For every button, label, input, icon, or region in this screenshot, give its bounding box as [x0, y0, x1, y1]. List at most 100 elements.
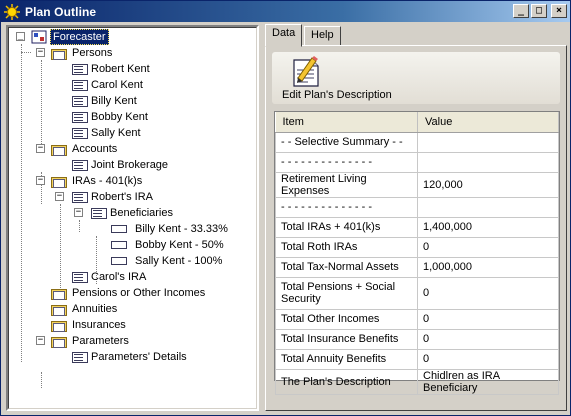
collapse-toggle-persons[interactable]: −	[36, 48, 45, 57]
tree-node-beneficiary[interactable]: Billy Kent - 33.33%	[109, 221, 230, 237]
table-row[interactable]: The Plan's Description Chidlren as IRA Be…	[275, 368, 559, 395]
tree-node-pensions[interactable]: Pensions or Other Incomes	[51, 285, 207, 301]
maximize-button[interactable]: □	[531, 4, 547, 18]
value-cell[interactable]: 120,000	[417, 171, 559, 198]
data-tab-page: Edit Plan's Description Item Value - - S…	[265, 45, 567, 411]
item-cell[interactable]: Total Roth IRAs	[275, 236, 418, 258]
beneficiary-icon	[111, 225, 127, 233]
tree-node-accounts[interactable]: Accounts	[51, 141, 119, 157]
tree-node-person[interactable]: Bobby Kent	[71, 109, 150, 125]
tree-node-beneficiary[interactable]: Sally Kent - 100%	[109, 253, 224, 269]
tree-label: Annuities	[72, 303, 118, 315]
tree-label: Pensions or Other Incomes	[72, 287, 206, 299]
tree-label: Billy Kent - 33.33%	[135, 223, 228, 235]
tree-node-carols-ira[interactable]: Carol's IRA	[71, 269, 148, 285]
table-row[interactable]: Total Roth IRAs 0	[275, 236, 559, 258]
tree-node-person[interactable]: Sally Kent	[71, 125, 143, 141]
tree-node-roberts-ira[interactable]: Robert's IRA	[71, 189, 155, 205]
value-cell[interactable]: 0	[417, 236, 559, 258]
table-row[interactable]: Total IRAs + 401(k)s 1,400,000	[275, 216, 559, 238]
tree-node-beneficiary[interactable]: Bobby Kent - 50%	[109, 237, 226, 253]
plan-tree-view[interactable]: _ Forecaster − Persons Robert Kent Carol…	[6, 25, 259, 411]
item-cell[interactable]: Total Other Incomes	[275, 308, 418, 330]
folder-icon	[51, 321, 67, 332]
collapse-toggle-forecaster[interactable]: _	[16, 32, 25, 41]
tree-node-annuities[interactable]: Annuities	[51, 301, 119, 317]
close-button[interactable]: ×	[551, 4, 567, 18]
item-cell[interactable]: - - - - - - - - - - - - - -	[275, 151, 418, 173]
tab-help[interactable]: Help	[304, 26, 341, 46]
collapse-toggle-parameters[interactable]: −	[36, 336, 45, 345]
item-cell[interactable]: Total Insurance Benefits	[275, 328, 418, 350]
tree-node-iras[interactable]: IRAs - 401(k)s	[51, 173, 144, 189]
collapse-toggle-accounts[interactable]: −	[36, 144, 45, 153]
tree-node-person[interactable]: Robert Kent	[71, 61, 152, 77]
value-cell[interactable]: 0	[417, 348, 559, 370]
table-row[interactable]: Total Tax-Normal Assets 1,000,000	[275, 256, 559, 278]
beneficiary-icon	[111, 257, 127, 265]
tree-label-iras: IRAs - 401(k)s	[72, 175, 143, 187]
tree-label: Robert's IRA	[91, 191, 154, 203]
tree-label: Insurances	[72, 319, 126, 331]
minimize-button[interactable]: _	[513, 4, 529, 18]
tree-node-person[interactable]: Billy Kent	[71, 93, 139, 109]
collapse-toggle-beneficiaries[interactable]: −	[74, 208, 83, 217]
folder-icon	[51, 289, 67, 300]
value-cell[interactable]: 0	[417, 276, 559, 310]
table-row[interactable]: Retirement Living Expenses 120,000	[275, 171, 559, 198]
list-icon	[72, 63, 88, 75]
item-cell[interactable]: Total Annuity Benefits	[275, 348, 418, 370]
tree-node-forecaster[interactable]: Forecaster	[31, 29, 109, 45]
tree-node-person[interactable]: Carol Kent	[71, 77, 145, 93]
table-row[interactable]: Total Annuity Benefits 0	[275, 348, 559, 370]
value-cell[interactable]: 1,400,000	[417, 216, 559, 238]
item-cell[interactable]: The Plan's Description	[275, 368, 418, 395]
title-bar[interactable]: Plan Outline _ □ ×	[1, 1, 570, 22]
tree-label-accounts: Accounts	[72, 143, 118, 155]
tree-node-joint-brokerage[interactable]: Joint Brokerage	[71, 157, 170, 173]
table-row[interactable]: - - - - - - - - - - - - - -	[275, 196, 559, 218]
tree-node-persons[interactable]: Persons	[51, 45, 114, 61]
value-cell[interactable]	[417, 151, 559, 173]
tree-node-insurances[interactable]: Insurances	[51, 317, 128, 333]
tree-node-parameters[interactable]: Parameters	[51, 333, 131, 349]
edit-description-button[interactable]: Edit Plan's Description	[278, 52, 398, 104]
table-row[interactable]: - - Selective Summary - -	[275, 131, 559, 153]
item-cell[interactable]: Retirement Living Expenses	[275, 171, 418, 198]
value-cell[interactable]: 1,000,000	[417, 256, 559, 278]
table-row[interactable]: Total Pensions + Social Security 0	[275, 276, 559, 310]
item-cell[interactable]: Total Tax-Normal Assets	[275, 256, 418, 278]
tree-label: Bobby Kent	[91, 111, 148, 123]
tree-node-parameters-details[interactable]: Parameters' Details	[71, 349, 189, 365]
value-cell[interactable]	[417, 131, 559, 153]
tree-node-beneficiaries[interactable]: Beneficiaries	[90, 205, 175, 221]
tree-label: Joint Brokerage	[91, 159, 169, 171]
collapse-toggle-roberts-ira[interactable]: −	[55, 192, 64, 201]
item-cell[interactable]: Total Pensions + Social Security	[275, 276, 418, 310]
tab-data[interactable]: Data	[265, 24, 303, 47]
tree-label: Beneficiaries	[110, 207, 173, 219]
tree-label: Carol Kent	[91, 79, 143, 91]
collapse-toggle-iras[interactable]: −	[36, 176, 45, 185]
folder-icon	[51, 145, 67, 156]
table-row[interactable]: Total Insurance Benefits 0	[275, 328, 559, 350]
list-icon	[72, 159, 88, 171]
value-cell[interactable]: 0	[417, 308, 559, 330]
tree-label-persons: Persons	[72, 47, 113, 59]
value-cell[interactable]: Chidlren as IRA Beneficiary	[417, 368, 559, 395]
column-header-value[interactable]: Value	[417, 112, 559, 133]
column-header-item[interactable]: Item	[275, 112, 418, 133]
item-cell[interactable]: - - Selective Summary - -	[275, 131, 418, 153]
list-icon	[72, 127, 88, 139]
value-cell[interactable]	[417, 196, 559, 218]
sun-app-icon	[4, 3, 20, 20]
table-row[interactable]: - - - - - - - - - - - - - -	[275, 151, 559, 173]
value-cell[interactable]: 0	[417, 328, 559, 350]
window-title: Plan Outline	[25, 4, 97, 19]
tree-label: Sally Kent - 100%	[135, 255, 223, 267]
item-cell[interactable]: Total IRAs + 401(k)s	[275, 216, 418, 238]
list-icon	[72, 79, 88, 91]
summary-grid: Item Value - - Selective Summary - - - -…	[274, 111, 560, 395]
item-cell[interactable]: - - - - - - - - - - - - - -	[275, 196, 418, 218]
table-row[interactable]: Total Other Incomes 0	[275, 308, 559, 330]
